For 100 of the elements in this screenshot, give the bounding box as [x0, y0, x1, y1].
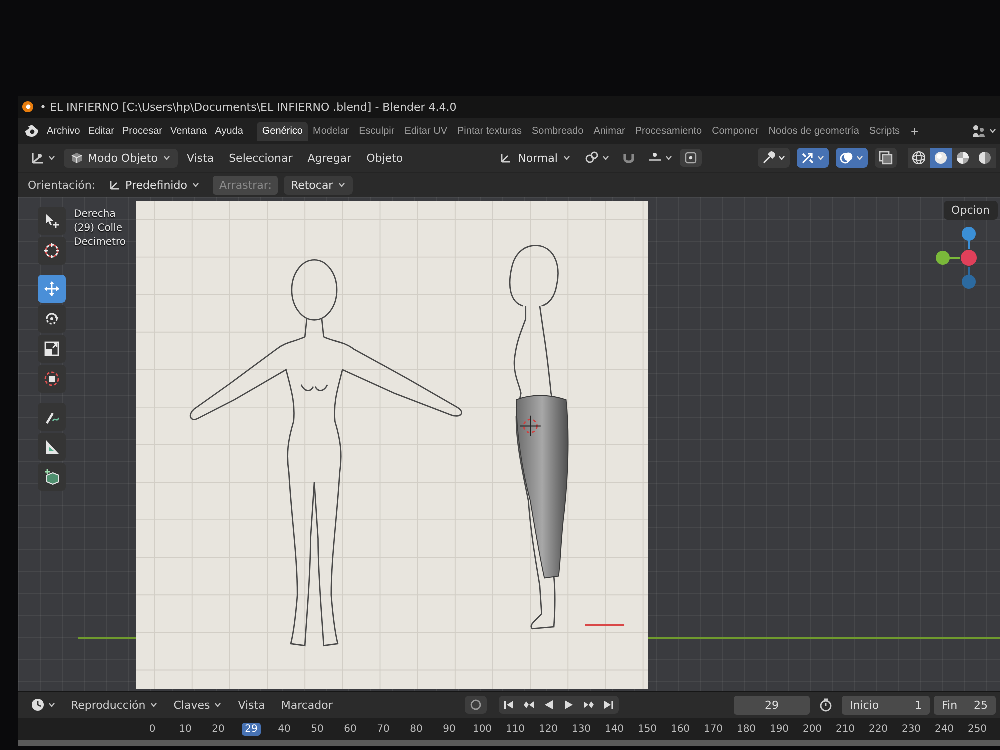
scale-tool-button[interactable] [38, 335, 66, 363]
overlays-toggle[interactable] [836, 148, 868, 168]
axes-icon [31, 151, 45, 165]
menu-item[interactable]: Ventana [166, 122, 212, 140]
auto-keying-button[interactable] [465, 696, 488, 714]
chevron-icon [602, 154, 610, 162]
orientation-preset-dropdown[interactable]: Predefinido [102, 176, 208, 194]
workspace-tab[interactable]: Procesamiento [630, 122, 708, 140]
mallet-icon [762, 151, 776, 165]
frame-number: 90 [442, 722, 457, 736]
menu-item[interactable]: Vista [180, 148, 220, 168]
frame-number: 160 [670, 722, 692, 736]
chevron-icon [162, 154, 171, 162]
frame-number: 0 [148, 722, 157, 736]
rotate-icon [44, 311, 60, 327]
circle-icon [470, 699, 482, 711]
frame-number: 100 [472, 722, 494, 736]
menu-item[interactable]: Seleccionar [223, 148, 299, 168]
frame-number: 140 [604, 722, 626, 736]
z-axis-handle[interactable] [962, 227, 976, 249]
menu-item[interactable]: Procesar [118, 122, 166, 140]
xray-toggle[interactable] [875, 148, 897, 168]
viewport-info-text: Derecha [74, 209, 117, 220]
x-axis-handle[interactable] [961, 250, 977, 266]
diamond-left-icon [524, 700, 534, 710]
orientation-dropdown[interactable]: Normal [492, 148, 578, 168]
frame-number: 80 [409, 722, 424, 736]
mode-dropdown[interactable]: Modo Objeto [64, 148, 178, 168]
drag-dropdown[interactable]: Retocar [284, 176, 354, 194]
gizmos-toggle[interactable] [797, 148, 829, 168]
workspace-tab[interactable]: Scripts [864, 122, 905, 140]
play-reverse-icon [544, 700, 554, 710]
workspace-tab[interactable]: Modelar [308, 122, 354, 140]
cursor-tool-button[interactable] [38, 237, 66, 265]
logo-icon [22, 101, 34, 113]
frame-number: 240 [934, 722, 956, 736]
workspace-tab[interactable]: Sombreado [526, 122, 589, 140]
menu-item[interactable]: Reproducción [65, 696, 164, 714]
move-tool-button[interactable] [38, 275, 66, 303]
leg-mesh[interactable] [516, 395, 569, 579]
chevron-icon [214, 701, 222, 709]
frame-number: 230 [900, 722, 922, 736]
x-axis-line [585, 624, 625, 626]
current-frame-indicator[interactable]: 29 [242, 722, 261, 736]
workspace-tab[interactable]: Animar [588, 122, 630, 140]
negative-z-axis-handle[interactable] [962, 267, 976, 289]
workspace-tab[interactable]: Nodos de geometría [764, 122, 864, 140]
start-frame-field[interactable]: Inicio 1 [842, 696, 930, 714]
menu-item[interactable]: Editar [84, 122, 118, 140]
add-workspace-button[interactable]: + [904, 122, 925, 140]
cube-icon [71, 152, 83, 164]
frame-number: 60 [343, 722, 358, 736]
workspace-tab[interactable]: Pintar texturas [452, 122, 527, 140]
menu-item[interactable]: Ayuda [211, 122, 248, 140]
end-frame-field[interactable]: Fin 25 [934, 696, 996, 714]
object-types-toggle[interactable] [758, 148, 790, 168]
menu-item[interactable]: Vista [232, 696, 272, 714]
rendered-shading-button[interactable] [974, 148, 996, 168]
timeline-scrollbar[interactable] [18, 740, 1000, 746]
options-dropdown[interactable]: Opcion [944, 201, 998, 220]
frame-number: 210 [834, 722, 856, 736]
frame-number: 220 [868, 722, 890, 736]
workspace-tab[interactable]: Editar UV [400, 122, 452, 140]
workspace-tab[interactable]: Componer [707, 122, 764, 140]
material-shading-button[interactable] [952, 148, 974, 168]
menu-item[interactable]: Claves [168, 696, 228, 714]
chevron-icon [562, 154, 571, 162]
menu-item[interactable]: Archivo [43, 122, 84, 140]
solid-shading-button[interactable] [930, 148, 952, 168]
menu-item[interactable]: Objeto [360, 148, 410, 168]
link-rings-icon [584, 151, 599, 165]
frame-number: 170 [702, 722, 724, 736]
menu-item[interactable]: Marcador [275, 696, 339, 714]
frame-number: 120 [538, 722, 560, 736]
y-axis-handle[interactable] [936, 251, 960, 265]
proportional-edit-button[interactable] [680, 149, 702, 167]
skip-start-icon [504, 700, 514, 710]
workspace-tab[interactable]: Genérico [257, 122, 308, 140]
annotate-tool-button[interactable] [38, 403, 66, 431]
crosshair-icon [520, 415, 542, 438]
logo-icon[interactable] [24, 124, 40, 138]
wireframe-shading-button[interactable] [908, 148, 930, 168]
select-tool-button[interactable] [38, 207, 66, 235]
arrows-icon [801, 151, 815, 165]
chevron-icon [338, 181, 346, 189]
measure-tool-button[interactable] [38, 433, 66, 461]
move-arrows-icon [44, 281, 60, 297]
stacked-squares-icon [879, 151, 893, 165]
pointer-plus-icon [44, 213, 60, 229]
scale-squares-icon [44, 341, 60, 357]
transform-tool-button[interactable] [38, 365, 66, 393]
current-frame-field[interactable]: 29 [734, 696, 810, 714]
viewport-info-text: (29) Colle [74, 223, 124, 234]
workspace-tab[interactable]: Esculpir [354, 122, 400, 140]
clock-icon [31, 698, 45, 712]
viewport-info-text: Decimetro [74, 237, 126, 248]
magnet-icon [622, 151, 636, 165]
add-cube-tool-button[interactable] [38, 463, 66, 491]
rotate-tool-button[interactable] [38, 305, 66, 333]
menu-item[interactable]: Agregar [302, 148, 358, 168]
